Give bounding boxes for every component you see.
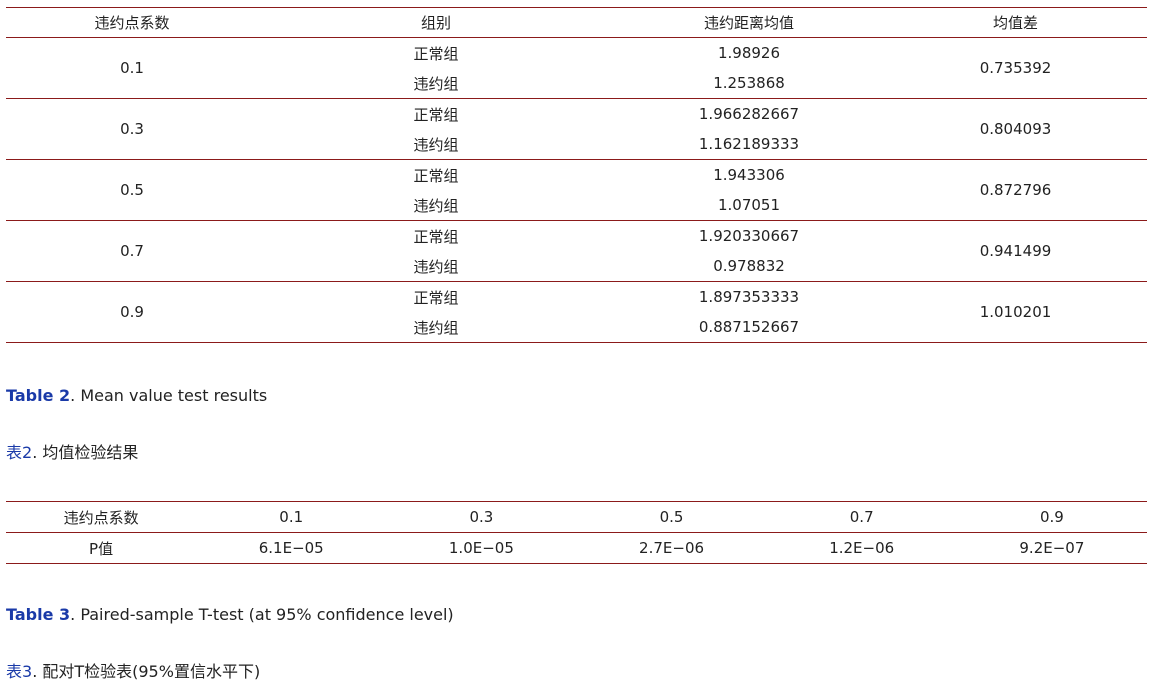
header-cell: 0.1 — [196, 501, 387, 533]
header-cell: 0.3 — [386, 501, 577, 533]
table2-link[interactable]: Table 2 — [6, 386, 70, 405]
table2-caption-en: Table 2. Mean value test results — [6, 386, 267, 405]
mean-distance-cell: 1.98926 — [717, 44, 781, 62]
group-label-cell: 违约组 — [258, 251, 614, 282]
mean-distance-cell: 0.978832 — [614, 251, 884, 282]
mean-distance-cell: 1.897353333 — [698, 288, 800, 306]
header-mean-distance: 违约距离均值 — [614, 7, 884, 38]
mean-diff-cell: 0.804093 — [884, 98, 1147, 160]
table3-caption-cn-text: . 配对T检验表(95%置信水平下) — [32, 662, 261, 681]
header-cell: 0.7 — [766, 501, 957, 533]
mean-diff-cell: 0.735392 — [884, 37, 1147, 99]
mean-distance-cell: 0.887152667 — [614, 312, 884, 343]
coefficient-cell: 0.5 — [6, 159, 258, 221]
p-value-cell: 1.2E−06 — [829, 539, 895, 557]
coefficient-cell: 0.1 — [6, 37, 258, 99]
table-header-row: 违约点系数 组别 违约距离均值 均值差 — [6, 7, 1147, 38]
table3-caption-cn: 表3. 配对T检验表(95%置信水平下) — [6, 658, 260, 682]
mean-diff-cell: 1.010201 — [884, 281, 1147, 343]
header-cell: 0.9 — [956, 501, 1147, 533]
coefficient-cell: 0.7 — [6, 220, 258, 282]
group-label-cell: 正常组 — [413, 227, 459, 246]
mean-diff-cell: 0.872796 — [884, 159, 1147, 221]
p-value-cell: 1.0E−05 — [448, 539, 514, 557]
coefficient-cell: 0.3 — [6, 98, 258, 160]
table3-caption-en: Table 3. Paired-sample T-test (at 95% co… — [6, 605, 454, 624]
mean-value-test-table: 违约点系数 组别 违约距离均值 均值差 0.1 正常组 1.98926 0.73… — [6, 7, 1147, 343]
header-coefficient: 违约点系数 — [6, 7, 258, 38]
table2-cn-link[interactable]: 表2 — [6, 443, 32, 462]
header-group: 组别 — [258, 7, 614, 38]
coefficient-cell: 0.9 — [6, 281, 258, 343]
table2-caption-cn-text: . 均值检验结果 — [32, 443, 139, 462]
table-row: 0.3 正常组 1.966282667 0.804093 — [6, 98, 1147, 160]
mean-distance-cell: 1.162189333 — [614, 129, 884, 160]
mean-distance-cell: 1.966282667 — [698, 105, 800, 123]
table3-cn-link[interactable]: 表3 — [6, 662, 32, 681]
p-value-label: P值 — [89, 539, 114, 558]
mean-diff-cell: 0.941499 — [884, 220, 1147, 282]
header-coefficient: 违约点系数 — [6, 501, 197, 533]
table-row: 0.7 正常组 1.920330667 0.941499 — [6, 220, 1147, 282]
article-page: 违约点系数 组别 违约距离均值 均值差 0.1 正常组 1.98926 0.73… — [6, 0, 1147, 681]
table-row: 0.5 正常组 1.943306 0.872796 — [6, 159, 1147, 221]
p-value-cell: 9.2E−07 — [1019, 539, 1085, 557]
group-label-cell: 正常组 — [413, 166, 459, 185]
paired-t-test-table: 违约点系数 0.1 0.3 0.5 0.7 0.9 P值 6.1E−05 1.0… — [6, 501, 1147, 564]
group-label-cell: 违约组 — [258, 312, 614, 343]
table3-caption-en-text: . Paired-sample T-test (at 95% confidenc… — [70, 605, 454, 624]
mean-distance-cell: 1.07051 — [614, 190, 884, 221]
table-header-row: 违约点系数 0.1 0.3 0.5 0.7 0.9 — [6, 501, 1147, 533]
table2-caption-cn: 表2. 均值检验结果 — [6, 439, 138, 463]
paired-t-test-table-wrap: 违约点系数 0.1 0.3 0.5 0.7 0.9 P值 6.1E−05 1.0… — [6, 501, 1147, 564]
p-value-cell: 6.1E−05 — [258, 539, 324, 557]
mean-distance-cell: 1.253868 — [614, 68, 884, 99]
table2-caption-en-text: . Mean value test results — [70, 386, 268, 405]
group-label-cell: 违约组 — [258, 129, 614, 160]
mean-distance-cell: 1.943306 — [713, 166, 785, 184]
header-cell: 0.5 — [576, 501, 767, 533]
group-label-cell: 违约组 — [258, 68, 614, 99]
table-row: P值 6.1E−05 1.0E−05 2.7E−06 1.2E−06 9.2E−… — [6, 533, 1147, 564]
header-mean-diff: 均值差 — [884, 7, 1147, 38]
group-label-cell: 正常组 — [413, 288, 459, 307]
table3-link[interactable]: Table 3 — [6, 605, 70, 624]
table-row: 0.9 正常组 1.897353333 1.010201 — [6, 281, 1147, 343]
group-label-cell: 违约组 — [258, 190, 614, 221]
group-label-cell: 正常组 — [413, 44, 459, 63]
group-label-cell: 正常组 — [413, 105, 459, 124]
p-value-cell: 2.7E−06 — [639, 539, 705, 557]
mean-distance-cell: 1.920330667 — [698, 227, 800, 245]
table-row: 0.1 正常组 1.98926 0.735392 — [6, 37, 1147, 99]
